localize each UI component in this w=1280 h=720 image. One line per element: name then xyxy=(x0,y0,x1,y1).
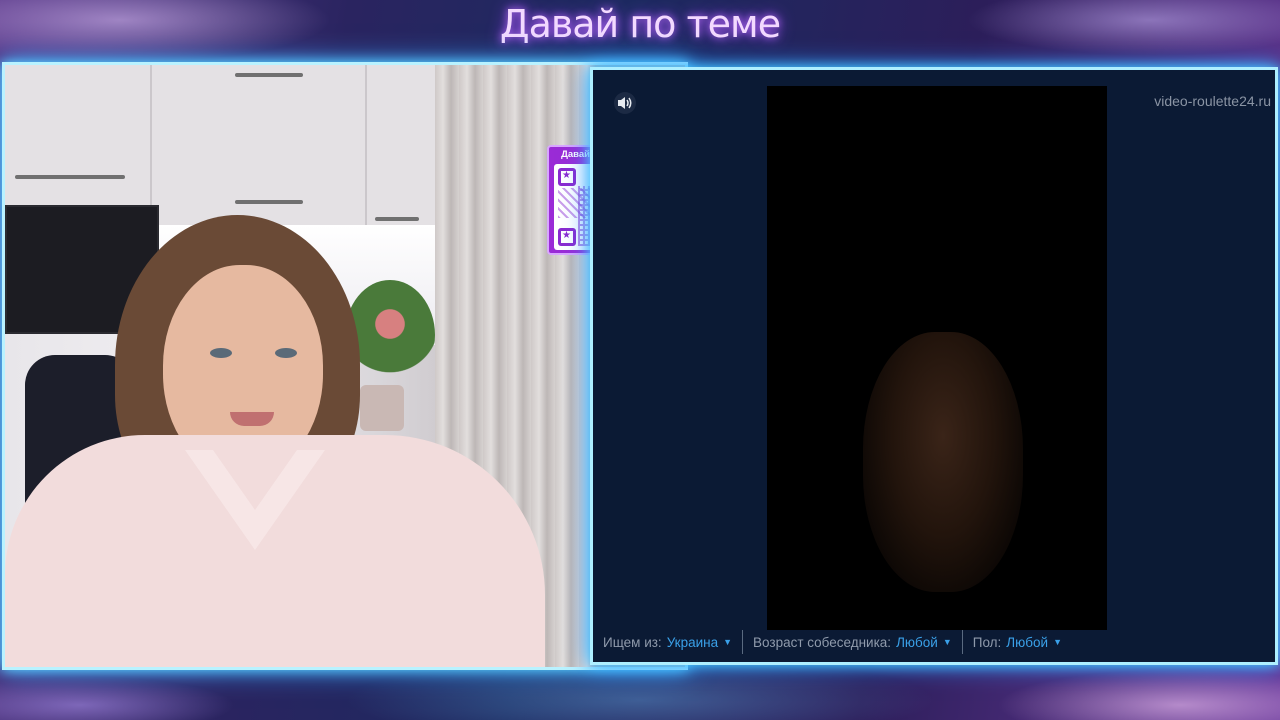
gender-filter-value: Любой xyxy=(1006,634,1049,650)
age-filter-label: Возраст собеседника: xyxy=(753,634,892,650)
qr-finder-star-icon xyxy=(558,168,576,186)
qr-finder-star-icon xyxy=(558,228,576,246)
chevron-down-icon: ▼ xyxy=(723,637,733,647)
person-shirt xyxy=(5,435,545,667)
cabinet-handle xyxy=(375,217,419,221)
country-filter-value: Украина xyxy=(666,634,719,650)
cabinet-handle xyxy=(235,200,303,204)
remote-person-face xyxy=(863,332,1023,592)
gender-filter[interactable]: Пол: Любой ▼ xyxy=(961,630,1072,654)
site-watermark: video-roulette24.ru xyxy=(1154,93,1271,109)
search-filters-bar: Ищем из: Украина ▼ Возраст собеседника: … xyxy=(593,622,1275,662)
age-filter[interactable]: Возраст собеседника: Любой ▼ xyxy=(742,630,962,654)
gender-filter-label: Пол: xyxy=(972,634,1002,650)
cabinet-divider xyxy=(365,65,367,235)
cabinet-handle xyxy=(15,175,125,179)
stream-title: Давай по теме xyxy=(499,2,781,46)
country-filter[interactable]: Ищем из: Украина ▼ xyxy=(593,630,742,654)
speaker-icon xyxy=(614,92,636,114)
country-filter-label: Ищем из: xyxy=(603,634,662,650)
person-eye xyxy=(275,348,297,358)
speaker-button[interactable] xyxy=(611,90,639,116)
chevron-down-icon: ▼ xyxy=(1053,637,1062,647)
remote-video-panel: video-roulette24.ru Ищем из: Украина ▼ В… xyxy=(590,67,1278,665)
cabinet-handle xyxy=(235,73,303,77)
chevron-down-icon: ▼ xyxy=(942,637,952,647)
age-filter-value: Любой xyxy=(896,634,938,650)
flower-pot xyxy=(360,385,404,431)
person-eye xyxy=(210,348,232,358)
